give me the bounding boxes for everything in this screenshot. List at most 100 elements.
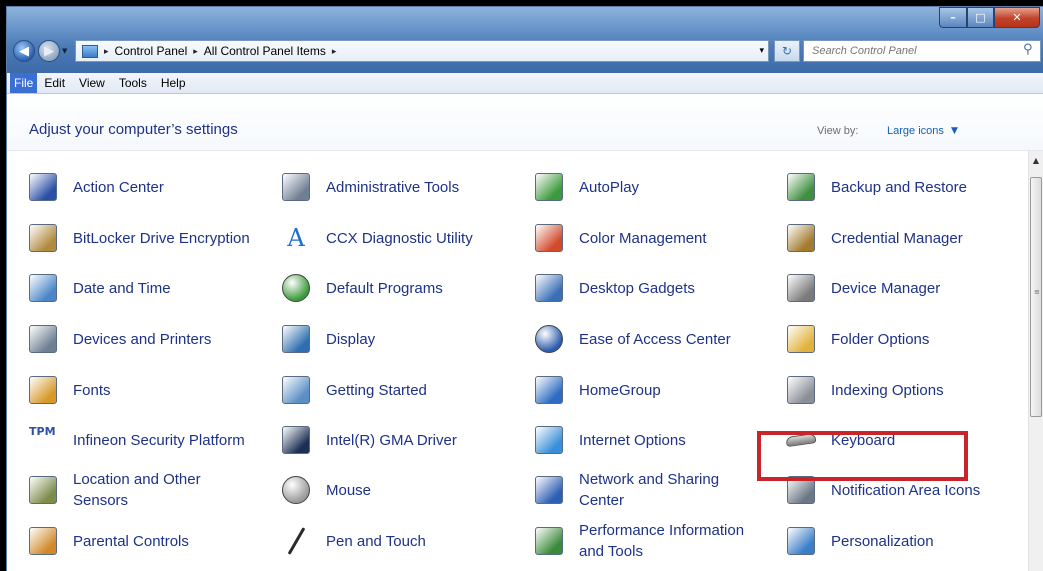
indexing-icon [783, 372, 819, 408]
control-panel-item-label: Date and Time [73, 279, 171, 297]
control-panel-item[interactable]: AutoPlay [513, 165, 763, 209]
highlight-annotation [757, 431, 968, 481]
breadcrumb-separator-icon[interactable]: ▸ [193, 46, 198, 57]
forward-button[interactable]: ▶ [38, 40, 60, 62]
search-icon[interactable]: ⚲ [1023, 42, 1033, 57]
control-panel-icon [82, 44, 98, 58]
control-panel-item[interactable]: Ease of Access Center [513, 317, 763, 361]
menu-help[interactable]: Help [154, 76, 193, 90]
breadcrumb-all-items[interactable]: All Control Panel Items [204, 44, 326, 58]
control-panel-item-label: Parental Controls [73, 532, 189, 550]
control-panel-item-label: Infineon Security Platform [73, 431, 245, 449]
getting-started-icon [278, 372, 314, 408]
control-panel-item[interactable]: TPM Infineon Security Platform [7, 418, 257, 462]
control-panel-item[interactable]: Intel(R) GMA Driver [260, 418, 510, 462]
control-panel-item[interactable]: Devices and Printers [7, 317, 257, 361]
control-panel-item-label: Getting Started [326, 381, 427, 399]
control-panel-item-label: Backup and Restore [831, 178, 967, 196]
page-title: Adjust your computer’s settings [29, 121, 238, 138]
control-panel-item-label: HomeGroup [579, 381, 661, 399]
menu-file[interactable]: File [10, 73, 38, 93]
calendar-clock-icon [25, 270, 61, 306]
maximize-button[interactable]: □ [967, 7, 994, 28]
control-panel-item[interactable]: A CCX Diagnostic Utility [260, 216, 510, 260]
menu-bar: File Edit View Tools Help [7, 73, 1043, 94]
gadgets-icon [531, 270, 567, 306]
address-field[interactable]: ▸ Control Panel ▸ All Control Panel Item… [75, 40, 769, 62]
flag-icon [25, 169, 61, 205]
control-panel-item[interactable]: Display [260, 317, 510, 361]
minimize-button[interactable]: – [939, 7, 967, 28]
control-panel-item[interactable]: Network and Sharing Center [513, 468, 763, 512]
breadcrumb-separator-icon[interactable]: ▸ [332, 46, 337, 57]
control-panel-item-label: Display [326, 330, 376, 348]
menu-view[interactable]: View [72, 76, 112, 90]
pen-icon [278, 523, 314, 559]
back-button[interactable]: ◀ [13, 40, 35, 62]
control-panel-item-label: AutoPlay [579, 178, 640, 196]
control-panel-item[interactable]: Action Center [7, 165, 257, 209]
control-panel-item[interactable]: Device Manager [765, 266, 1015, 310]
recent-pages-dropdown[interactable]: ▼ [62, 47, 67, 55]
control-panel-item-label: Notification Area Icons [831, 481, 981, 499]
autoplay-icon [531, 169, 567, 205]
control-panel-item-label: BitLocker Drive Encryption [73, 229, 250, 247]
control-panel-window: – □ ✕ ◀ ▶ ▼ ▸ Control Panel ▸ All Contro… [6, 6, 1043, 571]
control-panel-item[interactable]: Internet Options [513, 418, 763, 462]
control-panel-item[interactable]: Mouse [260, 468, 510, 512]
intel-gma-icon [278, 422, 314, 458]
close-button[interactable]: ✕ [994, 7, 1040, 28]
control-panel-item[interactable]: Date and Time [7, 266, 257, 310]
control-panel-item[interactable]: Backup and Restore [765, 165, 1015, 209]
search-input[interactable] [803, 40, 1041, 62]
control-panel-item[interactable]: Personalization [765, 519, 1015, 563]
color-management-icon [531, 220, 567, 256]
control-panel-item[interactable]: Getting Started [260, 368, 510, 412]
vault-icon [783, 220, 819, 256]
control-panel-item[interactable]: Parental Controls [7, 519, 257, 563]
control-panel-item[interactable]: HomeGroup [513, 368, 763, 412]
parental-controls-icon [25, 523, 61, 559]
control-panel-item[interactable]: Default Programs [260, 266, 510, 310]
ease-of-access-icon [531, 321, 567, 357]
breadcrumb-control-panel[interactable]: Control Panel [115, 44, 188, 58]
menu-tools[interactable]: Tools [112, 76, 154, 90]
control-panel-item-label: Location and Other Sensors [73, 471, 201, 509]
scroll-thumb[interactable] [1030, 177, 1042, 417]
device-manager-icon [783, 270, 819, 306]
refresh-button[interactable]: ↻ [774, 40, 800, 62]
control-panel-item[interactable]: Pen and Touch [260, 519, 510, 563]
ccx-icon: A [287, 224, 305, 252]
control-panel-item-label: Ease of Access Center [579, 330, 731, 348]
control-panel-item[interactable]: Color Management [513, 216, 763, 260]
dropdown-arrow-icon[interactable]: ▼ [951, 126, 958, 136]
control-panel-item[interactable]: Administrative Tools [260, 165, 510, 209]
view-by-dropdown[interactable]: Large icons [887, 125, 944, 137]
control-panel-item[interactable]: Performance Information and Tools [513, 519, 763, 563]
view-by-label: View by: [817, 125, 859, 137]
control-panel-item[interactable]: BitLocker Drive Encryption [7, 216, 257, 260]
menu-edit[interactable]: Edit [37, 76, 72, 90]
personalization-icon [783, 523, 819, 559]
control-panel-item-label: CCX Diagnostic Utility [326, 229, 473, 247]
control-panel-item-label: Color Management [579, 229, 707, 247]
control-panel-item[interactable]: Folder Options [765, 317, 1015, 361]
control-panel-item-label: Administrative Tools [326, 178, 460, 196]
control-panel-item[interactable]: Desktop Gadgets [513, 266, 763, 310]
control-panel-item-label: Device Manager [831, 279, 941, 297]
breadcrumb-separator-icon[interactable]: ▸ [104, 46, 109, 57]
control-panel-item-label: Fonts [73, 381, 111, 399]
display-icon [278, 321, 314, 357]
control-panel-item[interactable]: Location and Other Sensors [7, 468, 257, 512]
header: Adjust your computer’s settings View by:… [7, 94, 1043, 151]
scroll-up-arrow-icon[interactable]: ▲ [1028, 156, 1043, 165]
control-panel-item-label: Performance Information and Tools [579, 522, 745, 560]
control-panel-item-label: Action Center [73, 178, 164, 196]
performance-icon [531, 523, 567, 559]
sensors-icon [25, 472, 61, 508]
address-dropdown-icon[interactable]: ▾ [759, 45, 764, 56]
control-panel-item[interactable]: Indexing Options [765, 368, 1015, 412]
control-panel-item-label: Network and Sharing Center [579, 471, 720, 509]
control-panel-item[interactable]: Credential Manager [765, 216, 1015, 260]
control-panel-item[interactable]: Fonts [7, 368, 257, 412]
